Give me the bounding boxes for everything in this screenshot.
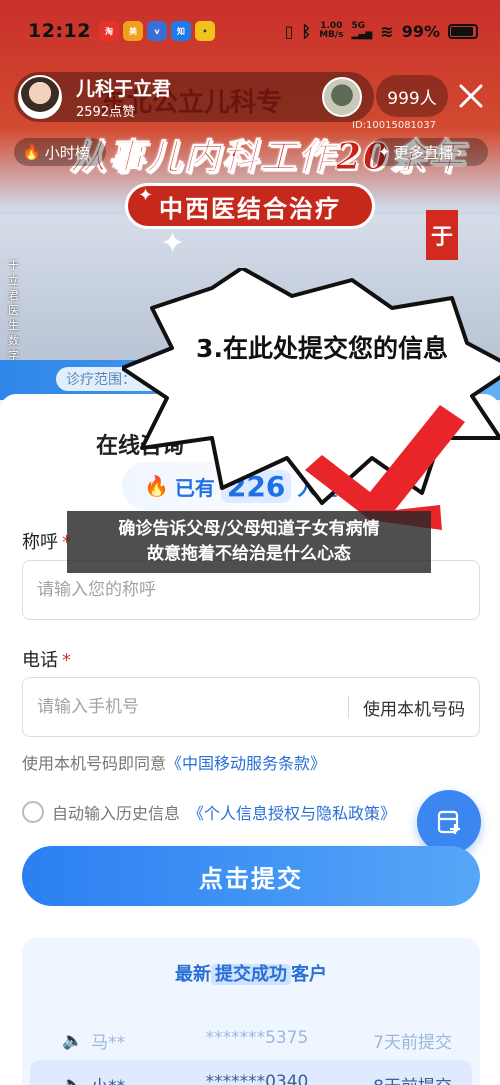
callout-text: 3.在此处提交您的信息	[196, 334, 448, 363]
autofill-radio[interactable]	[22, 801, 44, 823]
signal-indicator: 5G ▂▄▆	[351, 21, 373, 40]
sparkle-icon: ✦	[138, 185, 154, 206]
name-input[interactable]	[37, 580, 465, 600]
sparkle-icon: ✦	[378, 143, 391, 161]
use-own-number-button[interactable]: 使用本机号码	[363, 695, 465, 720]
tcm-label: 中西医结合治疗	[125, 183, 375, 229]
submit-button[interactable]: 点击提交	[22, 846, 480, 906]
flame-icon: 🔥	[22, 143, 41, 161]
more-live-label: 更多直播	[393, 143, 454, 162]
battery-percent: 99%	[401, 21, 440, 41]
vivo-app-icon: v	[146, 21, 167, 41]
chevron-right-icon: ›	[456, 143, 463, 161]
more-live-button[interactable]: ✦ 更多直播 ›	[370, 138, 488, 166]
streamer-likes: 2592点赞	[76, 105, 136, 120]
side-tag: 于	[426, 210, 458, 260]
recent-title: 最新 提交成功 客户	[175, 964, 327, 985]
agreement-text: 使用本机号码即同意《中国移动服务条款》	[22, 754, 327, 773]
signal-bars-icon: ▂▄▆	[351, 30, 373, 40]
battery-icon	[448, 23, 478, 39]
service-terms-link[interactable]: 《中国移动服务条款》	[166, 754, 326, 773]
phone-label: 电话 *	[22, 650, 71, 671]
taobao-app-icon: 淘	[98, 21, 119, 41]
status-time: 12:12	[28, 20, 91, 42]
recent-submissions: 最新提交成功客户 🔈马** *******5375 7天前提交 🔈小** ***…	[22, 938, 480, 1085]
phone-input[interactable]	[37, 697, 334, 717]
autofill-label: 自动输入历史信息	[52, 804, 181, 823]
streamer-name: 儿科于立君	[76, 78, 172, 100]
divider	[348, 696, 349, 718]
speaker-icon: 🔈	[62, 1074, 84, 1085]
zhihu-app-icon: 知	[170, 21, 191, 41]
privacy-policy-link[interactable]: 《个人信息授权与隐私政策》	[188, 800, 396, 824]
game-app-icon: •	[194, 21, 215, 41]
form-fab-button[interactable]	[417, 790, 481, 854]
vertical-caption: 于立君医生数字	[8, 259, 19, 362]
wifi-icon: ≋	[380, 21, 394, 41]
hour-rank-button[interactable]: 🔥 小时榜	[14, 138, 106, 166]
meituan-app-icon: 美	[122, 21, 143, 41]
sparkle-icon: ✦	[160, 226, 186, 261]
hour-rank-label: 小时榜	[44, 143, 90, 162]
audience-avatar[interactable]	[322, 77, 362, 117]
status-bar: 12:12 淘 美 v 知 • ▯ ᛒ 1.00 MB/s 5G ▂▄▆ ≋ 9…	[0, 0, 500, 62]
bluetooth-icon: ᛒ	[301, 21, 312, 41]
list-item: 🔈小** *******0340 8天前提交	[62, 1072, 452, 1085]
add-form-icon	[437, 810, 460, 834]
autofill-option[interactable]: 自动输入历史信息 《个人信息授权与隐私政策》	[22, 800, 396, 824]
close-icon	[459, 84, 483, 108]
streamer-info[interactable]: 儿科于立君 2592点赞	[14, 72, 374, 122]
phone-field[interactable]: 使用本机号码	[22, 677, 480, 737]
viewer-count[interactable]: 999人	[376, 75, 448, 117]
video-caption: 确诊告诉父母/父母知道子女有病情 故意拖着不给治是什么心态	[67, 511, 431, 573]
status-app-icons: 淘 美 v 知 •	[98, 21, 215, 41]
speaker-icon: 🔈	[62, 1030, 84, 1051]
close-button[interactable]	[452, 76, 490, 116]
list-item: 🔈 马** *******5375 7天前提交	[62, 1028, 452, 1053]
name-label: 称呼*	[22, 532, 71, 553]
streamer-avatar[interactable]	[18, 75, 62, 119]
vibrate-icon: ▯	[284, 21, 294, 41]
network-speed: 1.00 MB/s	[319, 21, 344, 40]
